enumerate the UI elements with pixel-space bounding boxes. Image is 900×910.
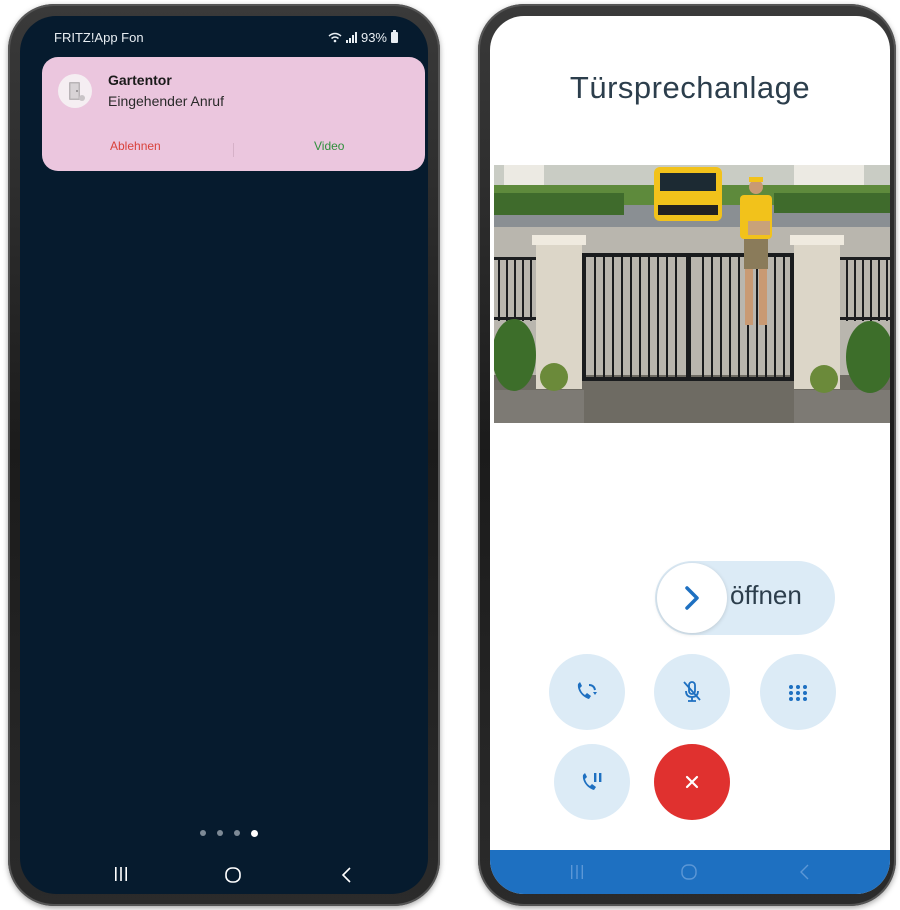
home-icon[interactable] [224,866,242,884]
right-phone: Türsprechanlage öffnen [478,4,896,906]
page-dot-active[interactable] [251,829,258,837]
wifi-icon [328,32,342,43]
home-icon[interactable] [680,863,698,881]
door-icon [58,74,92,108]
slider-knob[interactable] [657,563,727,633]
recent-apps-icon[interactable] [113,866,129,882]
status-bar: FRITZ!App Fon 93% [54,28,398,48]
right-phone-screen: Türsprechanlage öffnen [490,16,890,894]
hang-up-button[interactable] [654,744,730,820]
navigation-bar [490,850,890,894]
hold-button[interactable] [554,744,630,820]
mute-button[interactable] [654,654,730,730]
microphone-off-icon [683,681,701,702]
keypad-button[interactable] [760,654,836,730]
close-icon [685,775,699,789]
page-indicator [200,829,258,837]
navigation-bar [20,862,428,888]
signal-icon [345,32,357,43]
action-divider [233,143,234,157]
left-phone: FRITZ!App Fon 93% Gartentor Eingehender … [8,4,440,906]
page-dot[interactable] [217,830,223,836]
back-icon[interactable] [798,863,812,881]
page-title: Türsprechanlage [569,70,811,105]
battery-icon [391,30,398,43]
notification-title: Gartentor [108,72,172,88]
dialpad-icon [789,685,807,701]
chevron-right-icon [685,586,699,610]
incoming-call-notification[interactable]: Gartentor Eingehender Anruf Ablehnen Vid… [42,57,425,171]
notification-subtitle: Eingehender Anruf [108,93,224,109]
decline-button[interactable]: Ablehnen [110,139,161,153]
status-right: 93% [328,30,398,45]
left-phone-screen: FRITZ!App Fon 93% Gartentor Eingehender … [20,16,428,894]
page-dot[interactable] [200,830,206,836]
battery-percent: 93% [360,30,387,45]
video-button[interactable]: Video [314,139,344,153]
phone-pause-icon [582,773,602,790]
recent-apps-icon[interactable] [570,864,584,880]
page-dot[interactable] [234,830,240,836]
open-door-slider[interactable]: öffnen [655,561,835,635]
open-door-label: öffnen [730,580,802,610]
back-icon[interactable] [340,866,354,884]
door-camera-feed [494,165,890,423]
phone-forward-icon [577,682,597,699]
status-app-name: FRITZ!App Fon [54,30,144,45]
call-transfer-button[interactable] [549,654,625,730]
